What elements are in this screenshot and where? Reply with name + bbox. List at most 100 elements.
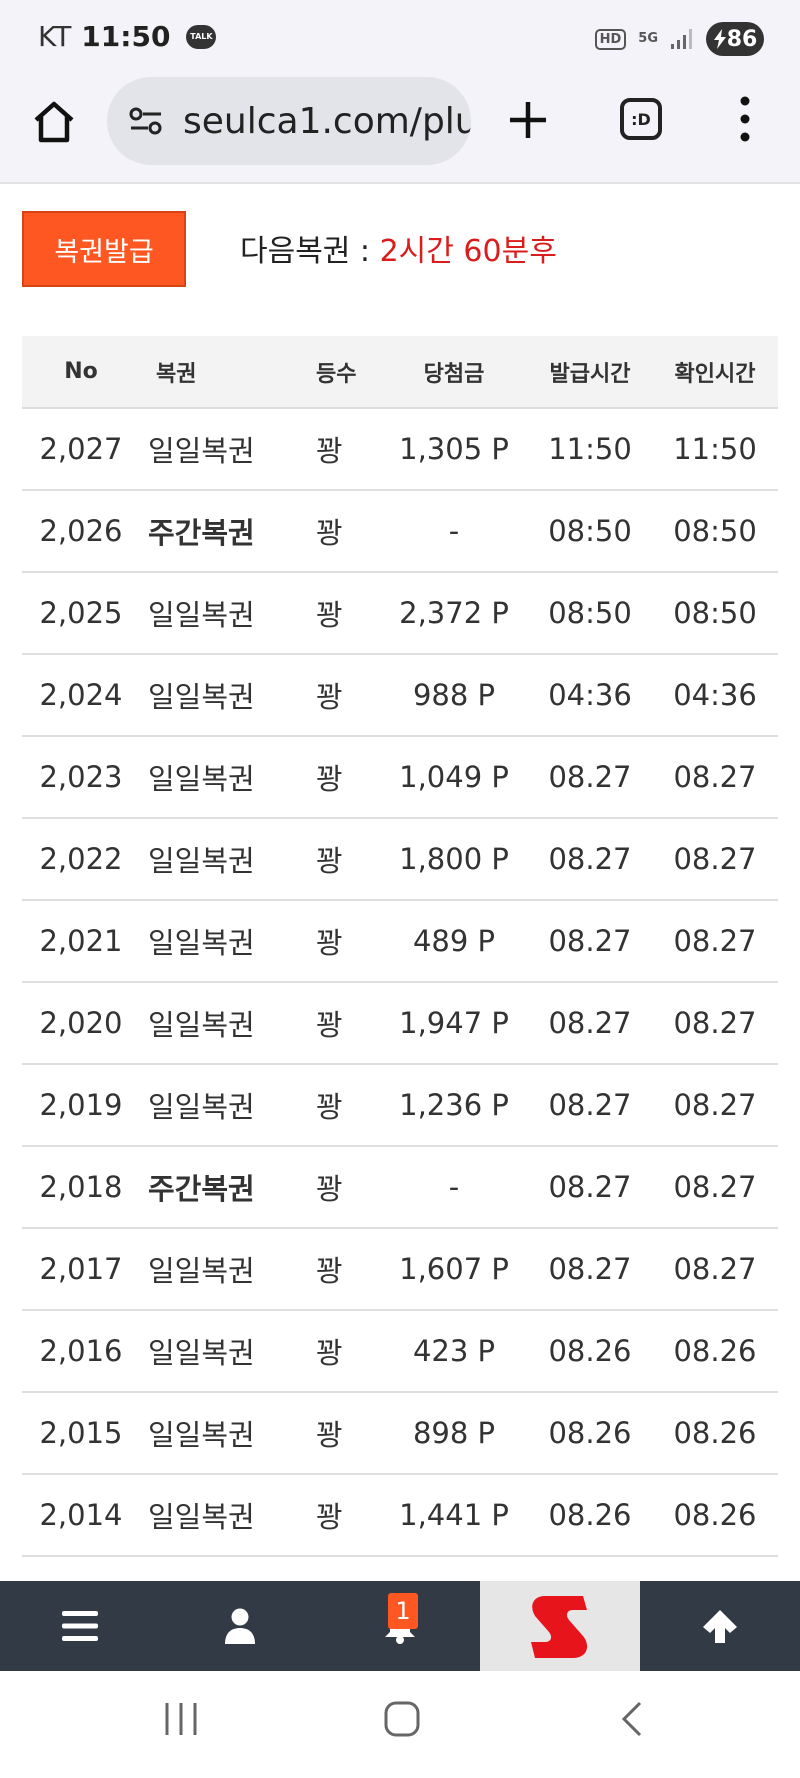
menu-icon [62,1611,98,1641]
table-row: 2,024 일일복권 꽝 988 P 04:36 04:36 [22,654,778,736]
cell-lottery-type: 일일복권 [148,1254,255,1288]
cell-confirm-time: 08.27 [673,1088,757,1122]
table-row: 2,016 일일복권 꽝 423 P 08.26 08.26 [22,1310,778,1392]
clock: 11:50 [81,20,171,53]
cell-prize: - [448,514,460,548]
recents-icon[interactable] [161,1699,201,1739]
address-bar[interactable]: seulca1.com/plu [107,77,471,165]
more-options-icon[interactable] [732,94,758,144]
cell-issue-time: 08.26 [548,1334,632,1368]
lottery-history-table: No 복권 등수 당첨금 발급시간 확인시간 2,027 일일복권 꽝 1,305 P… [22,336,778,1557]
cell-prize: 898 P [412,1416,496,1450]
cell-issue-time: 08.27 [548,1088,632,1122]
cell-confirm-time: 08.27 [673,1170,757,1204]
cell-lottery-type: 일일복권 [148,598,255,632]
cell-confirm-time: 08.26 [673,1498,757,1532]
cell-lottery-type: 일일복권 [148,762,255,796]
col-rank: 등수 [316,361,357,387]
cell-no: 2,023 [39,760,123,794]
home-icon[interactable] [30,98,78,146]
cell-no: 2,022 [39,842,123,876]
cell-lottery-type: 일일복권 [148,1500,255,1534]
cell-rank: 꽝 [316,598,343,632]
cell-confirm-time: 08.27 [673,1006,757,1040]
next-ticket-countdown: 2시간 60분후 [379,234,557,269]
cell-issue-time: 11:50 [548,432,632,466]
cell-confirm-time: 08.27 [673,924,757,958]
cell-lottery-type: 일일복권 [148,680,255,714]
cell-confirm-time: 08:50 [673,514,757,548]
cell-prize: 1,305 P [399,432,509,466]
cell-confirm-time: 08.27 [673,1252,757,1286]
cell-prize: 1,607 P [399,1252,509,1286]
cell-prize: 1,800 P [399,842,509,876]
cell-confirm-time: 04:36 [673,678,757,712]
cell-no: 2,014 [39,1498,123,1532]
browser-toolbar: seulca1.com/plu :D [0,72,800,184]
nav-site-logo[interactable]: S [480,1581,640,1671]
cell-rank: 꽝 [316,1172,343,1206]
cell-prize: 1,441 P [399,1498,509,1532]
status-bar: KT 11:50 TALK HD 5G 86 [0,0,800,72]
site-settings-icon[interactable] [127,106,165,136]
cell-prize: 1,049 P [399,760,509,794]
cell-rank: 꽝 [316,1254,343,1288]
cell-issue-time: 08:50 [548,514,632,548]
url-text: seulca1.com/plu [183,100,471,142]
back-icon[interactable] [612,1699,652,1739]
cell-confirm-time: 08:50 [673,596,757,630]
status-left: KT 11:50 TALK [38,20,217,53]
new-tab-icon[interactable] [506,98,550,142]
android-navigation-bar [0,1671,800,1778]
cell-confirm-time: 08.27 [673,760,757,794]
table-row: 2,014 일일복권 꽝 1,441 P 08.26 08.26 [22,1474,778,1556]
cell-rank: 꽝 [316,1418,343,1452]
cell-lottery-type: 주간복권 [148,1172,255,1206]
cell-confirm-time: 08.26 [673,1416,757,1450]
cell-issue-time: 08.27 [548,1170,632,1204]
table-row: 2,019 일일복권 꽝 1,236 P 08.27 08.27 [22,1064,778,1146]
table-row: 2,023 일일복권 꽝 1,049 P 08.27 08.27 [22,736,778,818]
table-row: 2,026 주간복권 꽝 - 08:50 08:50 [22,490,778,572]
cell-no: 2,019 [39,1088,123,1122]
cell-lottery-type: 일일복권 [148,434,255,468]
cell-rank: 꽝 [316,434,343,468]
cell-rank: 꽝 [316,762,343,796]
android-home-icon[interactable] [382,1699,422,1739]
cell-issue-time: 08.27 [548,1006,632,1040]
table-row: 2,015 일일복권 꽝 898 P 08.26 08.26 [22,1392,778,1474]
cell-no: 2,018 [39,1170,123,1204]
cell-rank: 꽝 [316,844,343,878]
cell-lottery-type: 일일복권 [148,844,255,878]
cell-issue-time: 08.27 [548,924,632,958]
cell-no: 2,015 [39,1416,123,1450]
cell-prize: 1,236 P [399,1088,509,1122]
cell-rank: 꽝 [316,1500,343,1534]
nav-user-button[interactable] [160,1581,320,1671]
site-logo: S [531,1596,588,1658]
hd-voice-icon: HD [594,28,627,50]
cell-issue-time: 08.27 [548,842,632,876]
nav-menu-button[interactable] [0,1581,160,1671]
status-right: HD 5G 86 [594,22,764,56]
cell-rank: 꽝 [316,926,343,960]
cell-no: 2,026 [39,514,123,548]
signal-icon [671,29,692,49]
cell-no: 2,016 [39,1334,123,1368]
tab-switcher-button[interactable]: :D [620,98,662,140]
cell-issue-time: 04:36 [548,678,632,712]
cell-lottery-type: 일일복권 [148,926,255,960]
arrow-up-icon [703,1610,737,1643]
cell-no: 2,017 [39,1252,123,1286]
cell-rank: 꽝 [316,1090,343,1124]
cell-lottery-type: 일일복권 [148,1336,255,1370]
table-row: 2,025 일일복권 꽝 2,372 P 08:50 08:50 [22,572,778,654]
carrier-label: KT [38,20,72,53]
table-row: 2,021 일일복권 꽝 489 P 08.27 08.27 [22,900,778,982]
nav-scroll-top-button[interactable] [640,1581,800,1671]
kakaotalk-icon: TALK [186,24,217,49]
issue-lottery-button[interactable]: 복권발급 [22,211,186,287]
table-row: 2,027 일일복권 꽝 1,305 P 11:50 11:50 [22,408,778,490]
cell-confirm-time: 08.26 [673,1334,757,1368]
cell-rank: 꽝 [316,516,343,550]
